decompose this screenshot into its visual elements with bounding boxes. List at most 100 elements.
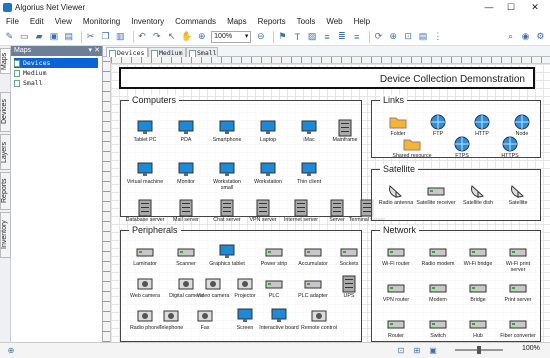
device-item[interactable]: Wi-Fi print server: [498, 243, 538, 273]
doc-tab-devices[interactable]: Devices ✕: [106, 47, 148, 67]
wrench-icon[interactable]: ✎: [4, 31, 15, 43]
device-item[interactable]: Satellite: [498, 182, 538, 206]
device-item[interactable]: Print server: [498, 279, 538, 303]
paste-icon[interactable]: ▥: [115, 31, 126, 43]
device-item[interactable]: Virtual machine: [125, 161, 165, 185]
globe-icon[interactable]: ⊕: [6, 346, 16, 356]
menu-file[interactable]: File: [6, 17, 19, 26]
close-icon[interactable]: ✕: [94, 46, 100, 56]
device-item[interactable]: Database server: [125, 199, 165, 223]
tab-layers[interactable]: Layers: [0, 134, 11, 170]
device-item[interactable]: Switch: [418, 315, 458, 339]
device-item[interactable]: HTTP: [462, 113, 502, 137]
device-item[interactable]: Remote control: [299, 307, 339, 331]
pdf-icon[interactable]: ▤: [418, 31, 429, 43]
device-item[interactable]: PLC: [254, 275, 294, 299]
gear-icon[interactable]: ⚙: [535, 31, 546, 43]
device-item[interactable]: Monitor: [166, 161, 206, 185]
text-icon[interactable]: T: [292, 31, 303, 43]
map-item-small[interactable]: Small: [14, 78, 102, 88]
fit-icon[interactable]: ⊡: [403, 31, 414, 43]
device-item[interactable]: Satellite receiver: [416, 182, 456, 206]
device-item[interactable]: Satellite dish: [458, 182, 498, 206]
group-links[interactable]: Links Folder FTP HTTP Node Shared resource FT…: [371, 95, 542, 159]
device-item[interactable]: Power strip: [254, 243, 294, 267]
tab-maps[interactable]: Maps: [0, 48, 11, 74]
map-item-medium[interactable]: Medium: [14, 68, 102, 78]
device-item[interactable]: Mainframe: [325, 119, 365, 143]
fit-page-icon[interactable]: ⊡: [396, 346, 406, 356]
minimize-button[interactable]: —: [478, 0, 500, 14]
fit-width-icon[interactable]: ⊞: [412, 346, 422, 356]
menu-view[interactable]: View: [55, 17, 72, 26]
device-item[interactable]: Scanner: [166, 243, 206, 267]
device-item[interactable]: Radio modem: [418, 243, 458, 267]
device-item[interactable]: Radio antenna: [376, 182, 416, 206]
device-item[interactable]: Interactive board: [259, 307, 299, 331]
device-item[interactable]: iMac: [289, 119, 329, 143]
device-item[interactable]: Workstation small: [207, 161, 247, 191]
doc-tab-medium[interactable]: Medium: [148, 47, 186, 58]
device-item[interactable]: Chat server: [207, 199, 247, 223]
group-peripherals[interactable]: Peripherals Laminator Scanner Graphics tab…: [120, 225, 362, 342]
device-item[interactable]: Mail server: [166, 199, 206, 223]
copy-icon[interactable]: ❐: [100, 31, 111, 43]
pin-icon[interactable]: ▾: [88, 46, 92, 56]
zoom-out-icon[interactable]: ⊖: [255, 31, 266, 43]
new-file-icon[interactable]: ▭: [19, 31, 30, 43]
menu-help[interactable]: Help: [354, 17, 370, 26]
device-item[interactable]: PLC adapter: [293, 275, 333, 299]
align-left-icon[interactable]: ≡: [322, 31, 333, 43]
pointer-icon[interactable]: ↖: [166, 31, 177, 43]
device-item[interactable]: Modem: [418, 279, 458, 303]
save-icon[interactable]: ▣: [49, 31, 60, 43]
menu-inventory[interactable]: Inventory: [131, 17, 164, 26]
device-item[interactable]: Laminator: [125, 243, 165, 267]
diagram-canvas[interactable]: Device Collection Demonstration Computer…: [111, 64, 550, 342]
device-item[interactable]: VPN router: [376, 279, 416, 303]
plus-icon[interactable]: ⊕: [388, 31, 399, 43]
group-computers[interactable]: Computers Tablet PC PDA Smartphone Laptop iM…: [120, 95, 385, 223]
device-item[interactable]: Web camera: [125, 275, 165, 299]
menu-tools[interactable]: Tools: [297, 17, 316, 26]
device-item[interactable]: Graphics tablet: [207, 243, 247, 267]
save-all-icon[interactable]: ▤: [63, 31, 74, 43]
menu-monitoring[interactable]: Monitoring: [83, 17, 120, 26]
group-network[interactable]: Network Wi-Fi router Radio modem Wi-Fi bri…: [371, 225, 541, 342]
device-item[interactable]: HTTPS: [490, 135, 530, 159]
device-item[interactable]: Hub: [458, 315, 498, 339]
menu-reports[interactable]: Reports: [258, 17, 286, 26]
device-item[interactable]: FTP: [418, 113, 458, 137]
group-satellite[interactable]: Satellite Radio antenna Satellite receive…: [371, 164, 541, 221]
device-item[interactable]: VPN server: [243, 199, 283, 223]
device-item[interactable]: Laptop: [248, 119, 288, 143]
device-item[interactable]: Router: [376, 315, 416, 339]
device-item[interactable]: Tablet PC: [125, 119, 165, 143]
open-folder-icon[interactable]: ▰: [34, 31, 45, 43]
maximize-button[interactable]: ☐: [500, 0, 522, 14]
align-right-icon[interactable]: ≡: [351, 31, 362, 43]
device-item[interactable]: Fiber converter: [498, 315, 538, 339]
zoom-in-icon[interactable]: ⊕: [196, 31, 207, 43]
undo-icon[interactable]: ↶: [137, 31, 148, 43]
rotate-icon[interactable]: ⟳: [373, 31, 384, 43]
actual-size-icon[interactable]: ▣: [428, 346, 438, 356]
device-item[interactable]: Node: [502, 113, 542, 137]
device-item[interactable]: PDA: [166, 119, 206, 143]
align-center-icon[interactable]: ≣: [336, 31, 347, 43]
menu-maps[interactable]: Maps: [227, 17, 247, 26]
zoom-slider[interactable]: [455, 346, 503, 354]
hand-icon[interactable]: ✋: [181, 31, 192, 43]
device-item[interactable]: Folder: [378, 113, 418, 137]
device-item[interactable]: Internet server: [281, 199, 321, 223]
map-item-devices[interactable]: Devices: [14, 58, 98, 68]
device-item[interactable]: Sockets: [329, 243, 369, 267]
search-icon[interactable]: ⌕: [505, 31, 516, 43]
grid-icon[interactable]: ⋮: [432, 31, 443, 43]
device-item[interactable]: FTPS: [442, 135, 482, 159]
redo-icon[interactable]: ↷: [151, 31, 162, 43]
tab-reports[interactable]: Reports: [0, 172, 11, 210]
zoom-slider-knob[interactable]: [477, 346, 481, 354]
device-item[interactable]: UPS: [329, 275, 369, 299]
menu-web[interactable]: Web: [326, 17, 342, 26]
